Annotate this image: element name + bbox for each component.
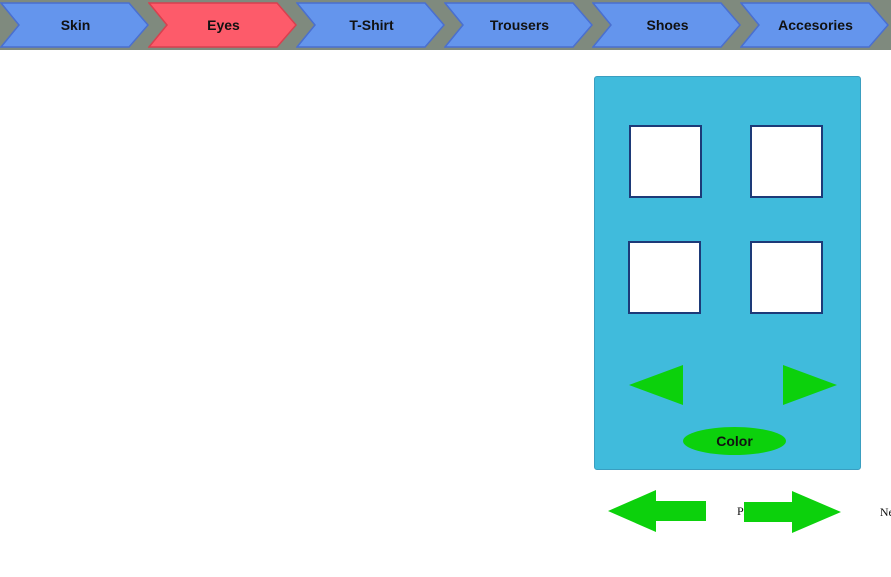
tab-label: Accesories: [778, 17, 853, 33]
triangle-left-icon[interactable]: [628, 364, 684, 406]
option-slot-4[interactable]: [750, 241, 823, 314]
tab-skin[interactable]: Skin: [0, 2, 151, 48]
tab-eyes[interactable]: Eyes: [148, 2, 299, 48]
step-bar: Skin Eyes T-Shirt Trousers Shoes Accesor…: [0, 0, 891, 50]
option-slot-3[interactable]: [628, 241, 701, 314]
next-button[interactable]: Next: [743, 491, 891, 533]
tab-label: Eyes: [207, 17, 240, 33]
tab-t-shirt[interactable]: T-Shirt: [296, 2, 447, 48]
option-slot-2[interactable]: [750, 125, 823, 198]
previous-button[interactable]: Previous: [608, 490, 779, 532]
tab-label: Skin: [60, 17, 91, 33]
triangle-right-icon[interactable]: [782, 364, 838, 406]
tab-label: T-Shirt: [349, 17, 394, 33]
color-button[interactable]: Color: [683, 427, 786, 455]
selector-panel: Color: [594, 76, 861, 470]
next-label: Next: [879, 505, 891, 519]
option-slot-1[interactable]: [629, 125, 702, 198]
tab-shoes[interactable]: Shoes: [592, 2, 743, 48]
arrow-right-icon: [744, 491, 841, 533]
tab-accesories[interactable]: Accesories: [740, 2, 891, 48]
arrow-left-icon: [608, 490, 706, 532]
tab-label: Trousers: [489, 17, 550, 33]
tab-label: Shoes: [646, 17, 689, 33]
tab-trousers[interactable]: Trousers: [444, 2, 595, 48]
